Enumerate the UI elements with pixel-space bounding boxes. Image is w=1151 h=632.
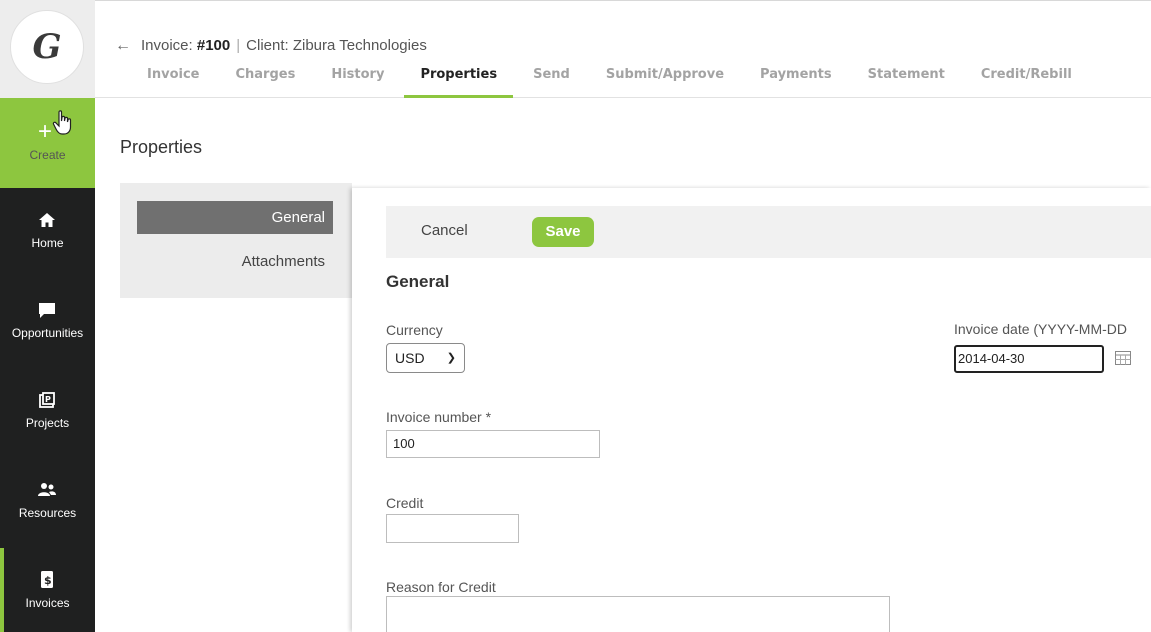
projects-icon: P	[39, 392, 55, 408]
reason-for-credit-label: Reason for Credit	[386, 579, 496, 595]
create-label: Create	[29, 148, 66, 162]
hand-cursor-icon	[52, 110, 72, 135]
logo[interactable]: G	[10, 10, 84, 84]
header-divider	[95, 0, 1151, 1]
chevron-down-icon: ❯	[446, 352, 456, 364]
logo-area: G	[0, 0, 95, 98]
tab-statement[interactable]: Statement	[868, 66, 945, 98]
invoice-date-label: Invoice date (YYYY-MM-DD	[954, 321, 1127, 337]
nav-item-label: Invoices	[25, 596, 70, 610]
invoice-number: #100	[196, 37, 231, 54]
nav-item-resources[interactable]: Resources	[0, 458, 95, 548]
tab-send[interactable]: Send	[533, 66, 570, 98]
save-button[interactable]: Save	[532, 217, 594, 247]
svg-text:P: P	[45, 395, 51, 404]
svg-text:$: $	[44, 574, 52, 587]
reason-for-credit-textarea[interactable]	[386, 596, 890, 632]
tab-charges[interactable]: Charges	[235, 66, 295, 98]
breadcrumb: ← Invoice: #100 | Client: Zibura Technologi…	[115, 37, 427, 55]
plus-icon: +	[38, 118, 53, 145]
nav-item-label: Home	[31, 236, 64, 250]
header: ← Invoice: #100 | Client: Zibura Technologi…	[95, 0, 1151, 98]
form-toolbar: Cancel Save	[386, 206, 1151, 258]
nav-item-label: Opportunities	[11, 326, 84, 340]
invoice-number-input[interactable]: 100	[386, 430, 600, 458]
properties-form: Cancel Save General Currency USD ❯ Invoi…	[352, 188, 1151, 632]
page-title: Properties	[120, 137, 203, 157]
currency-select[interactable]: USD ❯	[386, 343, 465, 373]
dollar-document-icon: $	[41, 571, 53, 588]
people-icon	[38, 483, 56, 496]
app: G + Create Home Opportunities P Projects…	[0, 0, 1151, 632]
back-arrow-icon[interactable]: ←	[115, 37, 131, 55]
calendar-icon[interactable]	[1114, 349, 1132, 367]
nav-item-projects[interactable]: P Projects	[0, 368, 95, 458]
invoice-number-label: Invoice number *	[386, 409, 492, 425]
tab-properties[interactable]: Properties	[404, 66, 513, 98]
side-menu-general[interactable]: General	[137, 201, 333, 234]
nav-item-invoices[interactable]: $ Invoices	[0, 548, 95, 632]
tab-bar: Invoice Charges History Properties Send …	[147, 66, 1108, 98]
tab-payments[interactable]: Payments	[760, 66, 832, 98]
invoice-prefix: Invoice:	[141, 37, 197, 54]
invoice-date-input[interactable]: 2014-04-30	[954, 345, 1104, 373]
cancel-button[interactable]: Cancel	[421, 222, 468, 239]
currency-label: Currency	[386, 322, 443, 338]
nav-item-home[interactable]: Home	[0, 188, 95, 278]
nav-item-opportunities[interactable]: Opportunities	[0, 278, 95, 368]
nav-item-label: Projects	[25, 416, 70, 430]
tab-invoice[interactable]: Invoice	[147, 66, 199, 98]
create-button[interactable]: + Create	[0, 98, 95, 188]
left-nav: G + Create Home Opportunities P Projects…	[0, 0, 95, 632]
breadcrumb-separator: |	[236, 37, 241, 54]
section-heading: General	[386, 272, 450, 291]
client-name: Client: Zibura Technologies	[246, 37, 427, 54]
tab-submit-approve[interactable]: Submit/Approve	[606, 66, 724, 98]
chat-bubble-icon	[39, 303, 55, 318]
home-icon	[39, 213, 55, 227]
tab-history[interactable]: History	[331, 66, 384, 98]
nav-item-label: Resources	[18, 506, 77, 520]
currency-value: USD	[395, 350, 425, 366]
tab-credit-rebill[interactable]: Credit/Rebill	[981, 66, 1072, 98]
credit-label: Credit	[386, 495, 424, 511]
credit-input[interactable]	[386, 514, 519, 543]
properties-side-menu: General Attachments	[120, 183, 352, 298]
side-menu-attachments[interactable]: Attachments	[137, 245, 333, 278]
